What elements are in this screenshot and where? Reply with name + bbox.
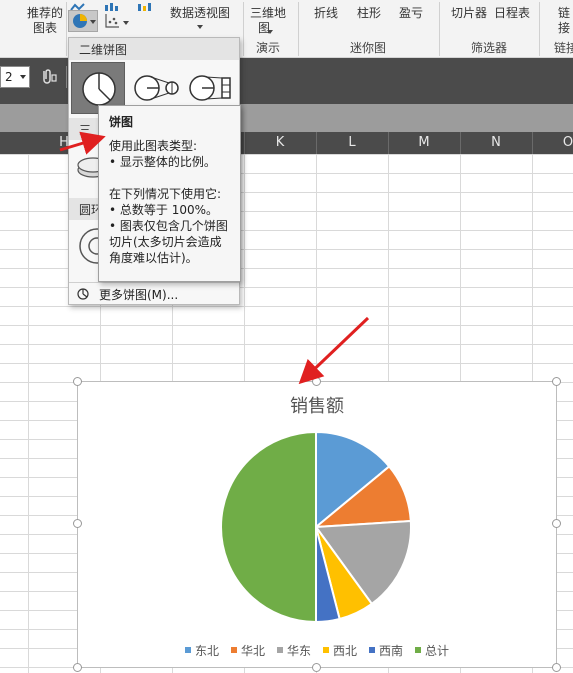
ribbon-separator (439, 2, 440, 56)
resize-handle[interactable] (552, 663, 561, 672)
filters-group-label: 筛选器 (471, 41, 508, 55)
pie-chart-icon (73, 14, 87, 28)
divider (66, 66, 67, 88)
tooltip-line (109, 170, 230, 186)
tooltip-line: 使用此图表类型: (109, 139, 198, 153)
column-header-l[interactable]: L (316, 132, 388, 154)
legend-item[interactable]: 东北 (184, 641, 219, 659)
pie-icon (77, 288, 89, 303)
pie-chart-button[interactable] (68, 10, 98, 32)
timeline-button[interactable]: 日程表 (494, 4, 530, 21)
legend-swatch (415, 647, 422, 653)
resize-handle[interactable] (552, 519, 561, 528)
slicer-button[interactable]: 切片器 (451, 4, 487, 21)
bar-chart-icon[interactable] (104, 0, 120, 11)
sparkline-line-button[interactable]: 折线 (314, 4, 338, 21)
pivot-chart-label[interactable]: 数据透视图 (170, 4, 230, 21)
legend-swatch (184, 647, 191, 653)
resize-handle[interactable] (73, 377, 82, 386)
tours-group-label: 演示 (256, 41, 281, 55)
legend-swatch (276, 647, 283, 653)
column-header-n[interactable]: N (460, 132, 532, 154)
resize-handle[interactable] (312, 377, 321, 386)
section-2d-pie: 二维饼图 (69, 38, 239, 60)
legend-label: 华东 (286, 643, 311, 658)
legend-label: 西南 (379, 643, 404, 658)
chevron-down-icon (267, 30, 273, 34)
tooltip-line: 在下列情况下使用它: (109, 187, 222, 201)
line-chart-icon[interactable] (70, 0, 88, 11)
more-pie-charts-item[interactable]: 更多饼图(M)... (69, 282, 239, 304)
resize-handle[interactable] (73, 519, 82, 528)
chart-title[interactable]: 销售额 (78, 392, 556, 418)
pie-slice-6[interactable] (220, 432, 317, 624)
recommended-charts-label-2[interactable]: 图表 (33, 19, 57, 36)
resize-handle[interactable] (312, 663, 321, 672)
ribbon-separator (66, 2, 67, 56)
column-divider (460, 132, 461, 154)
ribbon-separator (243, 2, 244, 56)
column-divider (532, 132, 533, 154)
legend-item[interactable]: 总计 (415, 641, 449, 659)
column-divider (388, 132, 389, 154)
combo-chart-icon[interactable] (137, 0, 153, 11)
resize-handle[interactable] (552, 377, 561, 386)
legend-item[interactable]: 西南 (369, 641, 403, 659)
legend-item[interactable]: 华东 (276, 641, 311, 659)
tooltip-line: 角度难以估计)。 (109, 251, 198, 265)
column-header-k[interactable]: K (244, 132, 316, 154)
more-pie-charts-label: 更多饼图(M)... (99, 288, 179, 302)
legend-label: 西北 (333, 643, 358, 658)
tooltip-title: 饼图 (109, 115, 134, 129)
sparkline-winloss-button[interactable]: 盈亏 (399, 4, 423, 21)
chevron-down-icon (123, 21, 129, 25)
sparklines-group-label: 迷你图 (350, 41, 387, 55)
tooltip-line: • 总数等于 100%。 (109, 203, 219, 217)
scatter-chart-icon (105, 14, 119, 28)
chevron-down-icon (197, 25, 203, 29)
link-label-2[interactable]: 接 (558, 19, 570, 36)
tooltip-line: • 显示整体的比例。 (109, 155, 216, 169)
column-header-m[interactable]: M (388, 132, 460, 154)
pie-plot-area[interactable] (78, 432, 556, 632)
resize-handle[interactable] (73, 663, 82, 672)
legend-item[interactable]: 西北 (323, 641, 357, 659)
column-header-o[interactable]: O (532, 132, 573, 154)
legend-swatch (369, 647, 376, 653)
tooltip-line: 切片(太多切片会造成 (109, 235, 222, 249)
column-divider (244, 132, 245, 154)
ribbon-separator (298, 2, 299, 56)
chart-legend[interactable]: 东北 华北 华东 西北 西南 总计 (78, 641, 556, 659)
ribbon-separator (539, 2, 540, 56)
legend-label: 华北 (240, 643, 265, 658)
legend-label: 总计 (425, 643, 450, 658)
sparkline-column-button[interactable]: 柱形 (357, 4, 381, 21)
legend-swatch (230, 647, 237, 653)
scatter-chart-button[interactable] (104, 12, 132, 32)
legend-swatch (323, 647, 329, 653)
column-divider (316, 132, 317, 154)
pie-chart[interactable]: 销售额 东北 华北 华东 西北 西南 总计 (77, 381, 557, 668)
chevron-down-icon (90, 20, 96, 24)
legend-item[interactable]: 华北 (230, 641, 265, 659)
tooltip-line: • 图表仅包含几个饼图 (109, 219, 228, 233)
chevron-down-icon[interactable] (20, 75, 26, 79)
legend-label: 东北 (194, 643, 219, 658)
links-group-label: 链接 (554, 41, 573, 55)
pie-chart-tooltip: 饼图 使用此图表类型: • 显示整体的比例。 在下列情况下使用它: • 总数等于… (98, 105, 241, 282)
paperclip-icon[interactable] (38, 67, 58, 85)
